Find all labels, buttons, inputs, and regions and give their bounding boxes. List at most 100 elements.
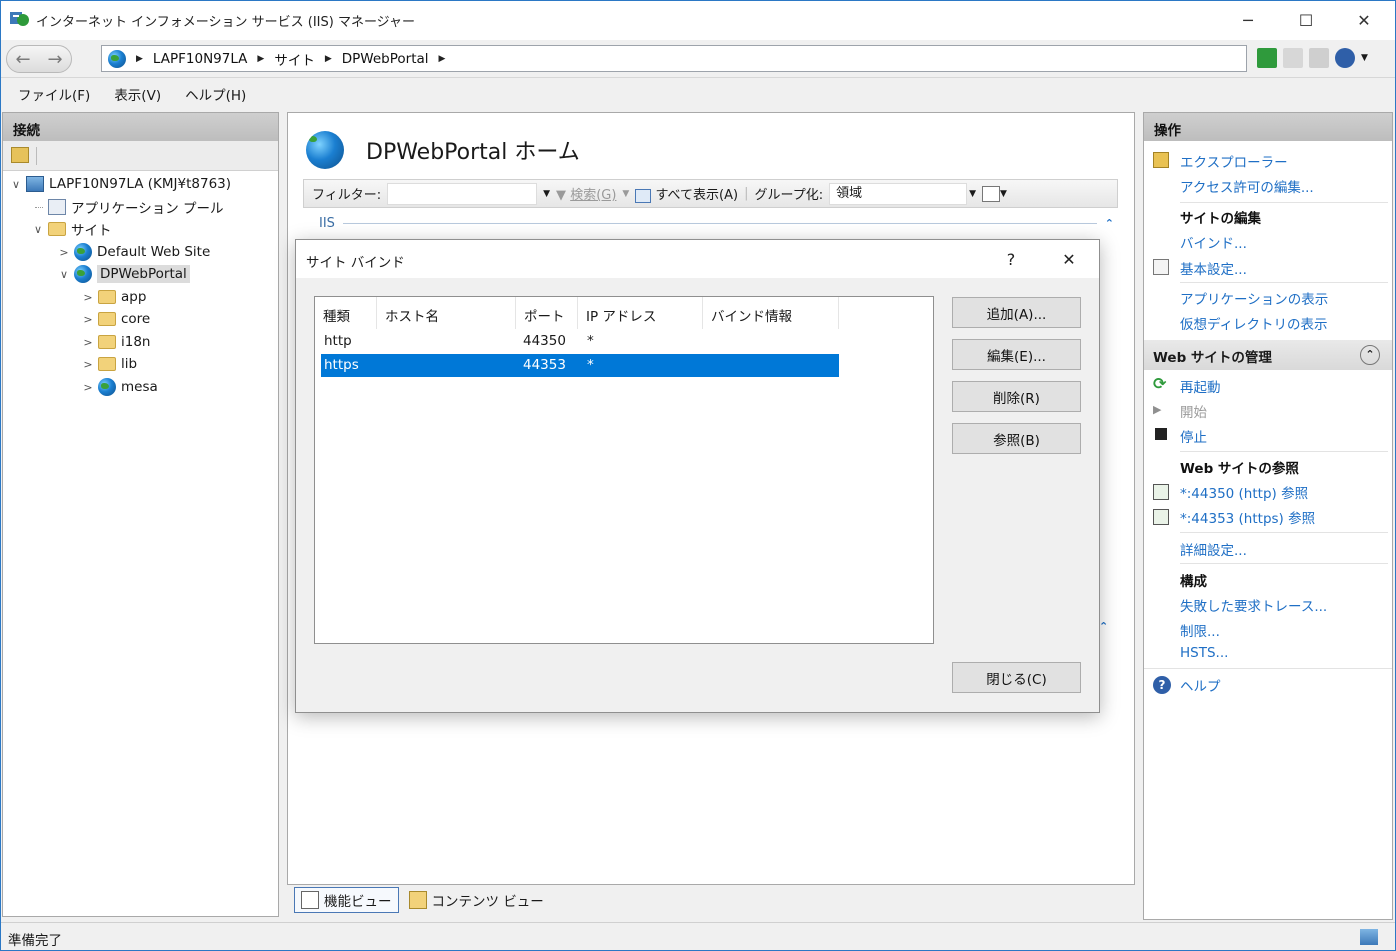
action-failed-request-tracing[interactable]: 失敗した要求トレース...	[1180, 595, 1327, 615]
collapse-section-icon[interactable]: ⌃	[1360, 345, 1380, 365]
search-dropdown-icon[interactable]: ▼	[622, 189, 629, 199]
crumb-arrow-icon[interactable]: ▶	[136, 54, 143, 64]
connections-panel: 接続 ∨ LAPF10N97LA (KMJ¥t8763) アプリケーション プー…	[2, 112, 279, 917]
help-icon[interactable]	[1335, 48, 1355, 68]
action-restart[interactable]: 再起動	[1180, 376, 1221, 396]
view-mode-icon[interactable]	[982, 185, 1000, 202]
crumb-arrow-icon[interactable]: ▶	[257, 54, 264, 64]
group-by-dropdown-icon[interactable]: ▼	[969, 189, 976, 199]
table-row[interactable]: http 44350 *	[321, 330, 839, 353]
bindings-list[interactable]: 種類 ホスト名 ポート IP アドレス バインド情報 http 44350 * …	[314, 296, 934, 644]
content-view-icon	[408, 891, 427, 909]
tree-node-server[interactable]: ∨ LAPF10N97LA (KMJ¥t8763)	[11, 173, 231, 195]
tree-node-default-web-site[interactable]: > Default Web Site	[59, 241, 210, 263]
add-binding-button[interactable]: 追加(A)...	[952, 297, 1081, 328]
action-view-applications[interactable]: アプリケーションの表示	[1180, 288, 1328, 308]
show-all-icon	[635, 188, 652, 203]
tab-content-view[interactable]: コンテンツ ビュー	[403, 887, 550, 913]
menu-bar: ファイル(F) 表示(V) ヘルプ(H)	[0, 79, 1396, 109]
forward-icon[interactable]: →	[47, 49, 62, 70]
title-bar: インターネット インフォメーション サービス (IIS) マネージャー ─ ☐ …	[0, 0, 1396, 40]
twisty-icon[interactable]: >	[59, 246, 69, 259]
action-browse-http[interactable]: *:44350 (http) 参照	[1180, 482, 1308, 502]
minimize-button[interactable]: ─	[1219, 0, 1277, 40]
tree-node-lib[interactable]: > lib	[83, 353, 137, 375]
tree-node-sites[interactable]: ∨ サイト	[33, 218, 112, 240]
help-dropdown-icon[interactable]: ▼	[1361, 53, 1368, 63]
crumb-arrow-icon[interactable]: ▶	[325, 54, 332, 64]
collapse-group-icon[interactable]: ⌃	[1099, 620, 1108, 633]
tree-node-app-pools[interactable]: アプリケーション プール	[35, 196, 224, 218]
refresh-icon[interactable]	[1257, 48, 1277, 68]
twisty-icon[interactable]: >	[83, 381, 93, 394]
group-rule	[342, 222, 1097, 224]
action-hsts[interactable]: HSTS...	[1180, 645, 1228, 661]
tab-features-view[interactable]: 機能ビュー	[294, 887, 399, 913]
maximize-button[interactable]: ☐	[1277, 0, 1335, 40]
status-text: 準備完了	[8, 933, 62, 949]
table-row[interactable]: https 44353 *	[321, 354, 839, 377]
action-edit-permissions[interactable]: アクセス許可の編集...	[1180, 176, 1314, 196]
close-dialog-button[interactable]: 閉じる(C)	[952, 662, 1081, 693]
action-bindings[interactable]: バインド...	[1180, 232, 1247, 252]
tree-label: DPWebPortal	[97, 265, 190, 283]
breadcrumb-site[interactable]: DPWebPortal	[342, 51, 429, 67]
column-header-binding-info[interactable]: バインド情報	[703, 297, 839, 329]
crumb-arrow-icon[interactable]: ▶	[439, 54, 446, 64]
site-globe-icon	[306, 131, 344, 169]
dialog-close-x-button[interactable]: ✕	[1046, 240, 1092, 278]
twisty-icon[interactable]: >	[83, 313, 93, 326]
separator	[1180, 202, 1388, 203]
close-button[interactable]: ✕	[1335, 0, 1393, 40]
action-view-vdirs[interactable]: 仮想ディレクトリの表示	[1180, 313, 1328, 333]
action-basic-settings[interactable]: 基本設定...	[1180, 258, 1247, 278]
twisty-icon[interactable]: ∨	[11, 178, 21, 191]
connect-icon[interactable]	[11, 147, 29, 163]
tree-node-dpwebportal[interactable]: ∨ DPWebPortal	[59, 263, 190, 285]
tree-node-core[interactable]: > core	[83, 308, 150, 330]
view-mode-dropdown-icon[interactable]: ▼	[1000, 189, 1007, 199]
filter-input[interactable]	[387, 182, 538, 205]
search-button[interactable]: ▼ 検索(G)	[556, 184, 616, 203]
action-help[interactable]: ヘルプ	[1180, 675, 1221, 695]
browse-binding-button[interactable]: 参照(B)	[952, 423, 1081, 454]
dialog-help-button[interactable]: ?	[988, 240, 1034, 278]
action-explore[interactable]: エクスプローラー	[1180, 151, 1288, 171]
breadcrumb-server[interactable]: LAPF10N97LA	[153, 51, 248, 67]
action-browse-https[interactable]: *:44353 (https) 参照	[1180, 507, 1315, 527]
cell-type: https	[324, 357, 359, 373]
remove-binding-button[interactable]: 削除(R)	[952, 381, 1081, 412]
column-header-port[interactable]: ポート	[516, 297, 578, 329]
stop-loading-icon[interactable]	[1283, 48, 1303, 68]
group-iis-header[interactable]: IIS ⌃	[303, 213, 1118, 233]
breadcrumb-sites[interactable]: サイト	[274, 49, 315, 69]
folder-icon	[98, 335, 116, 349]
show-all-button[interactable]: すべて表示(A)	[635, 184, 738, 203]
tree-node-mesa[interactable]: > mesa	[83, 376, 158, 398]
edit-binding-button[interactable]: 編集(E)...	[952, 339, 1081, 370]
back-icon[interactable]: ←	[15, 49, 30, 70]
group-by-select[interactable]: 領域	[829, 182, 968, 205]
tree-node-i18n[interactable]: > i18n	[83, 331, 150, 353]
address-bar[interactable]: ▶ LAPF10N97LA ▶ サイト ▶ DPWebPortal ▶	[101, 45, 1247, 72]
collapse-group-icon[interactable]: ⌃	[1105, 217, 1114, 230]
action-stop[interactable]: 停止	[1180, 426, 1207, 446]
manage-site-header: Web サイトの管理 ⌃	[1144, 340, 1392, 370]
twisty-icon[interactable]: ∨	[33, 223, 43, 236]
tree-node-app[interactable]: > app	[83, 286, 146, 308]
twisty-icon[interactable]: ∨	[59, 268, 69, 281]
menu-help[interactable]: ヘルプ(H)	[185, 84, 246, 104]
home-icon[interactable]	[1309, 48, 1329, 68]
action-limits[interactable]: 制限...	[1180, 620, 1220, 640]
stop-icon	[1155, 428, 1167, 440]
twisty-icon[interactable]: >	[83, 336, 93, 349]
column-header-host[interactable]: ホスト名	[377, 297, 516, 329]
menu-file[interactable]: ファイル(F)	[18, 84, 90, 104]
twisty-icon[interactable]: >	[83, 358, 93, 371]
twisty-icon[interactable]: >	[83, 291, 93, 304]
menu-view[interactable]: 表示(V)	[114, 84, 161, 104]
column-header-type[interactable]: 種類	[315, 297, 377, 329]
column-header-ip[interactable]: IP アドレス	[578, 297, 703, 329]
action-advanced-settings[interactable]: 詳細設定...	[1180, 539, 1247, 559]
filter-dropdown-icon[interactable]: ▼	[543, 189, 550, 199]
